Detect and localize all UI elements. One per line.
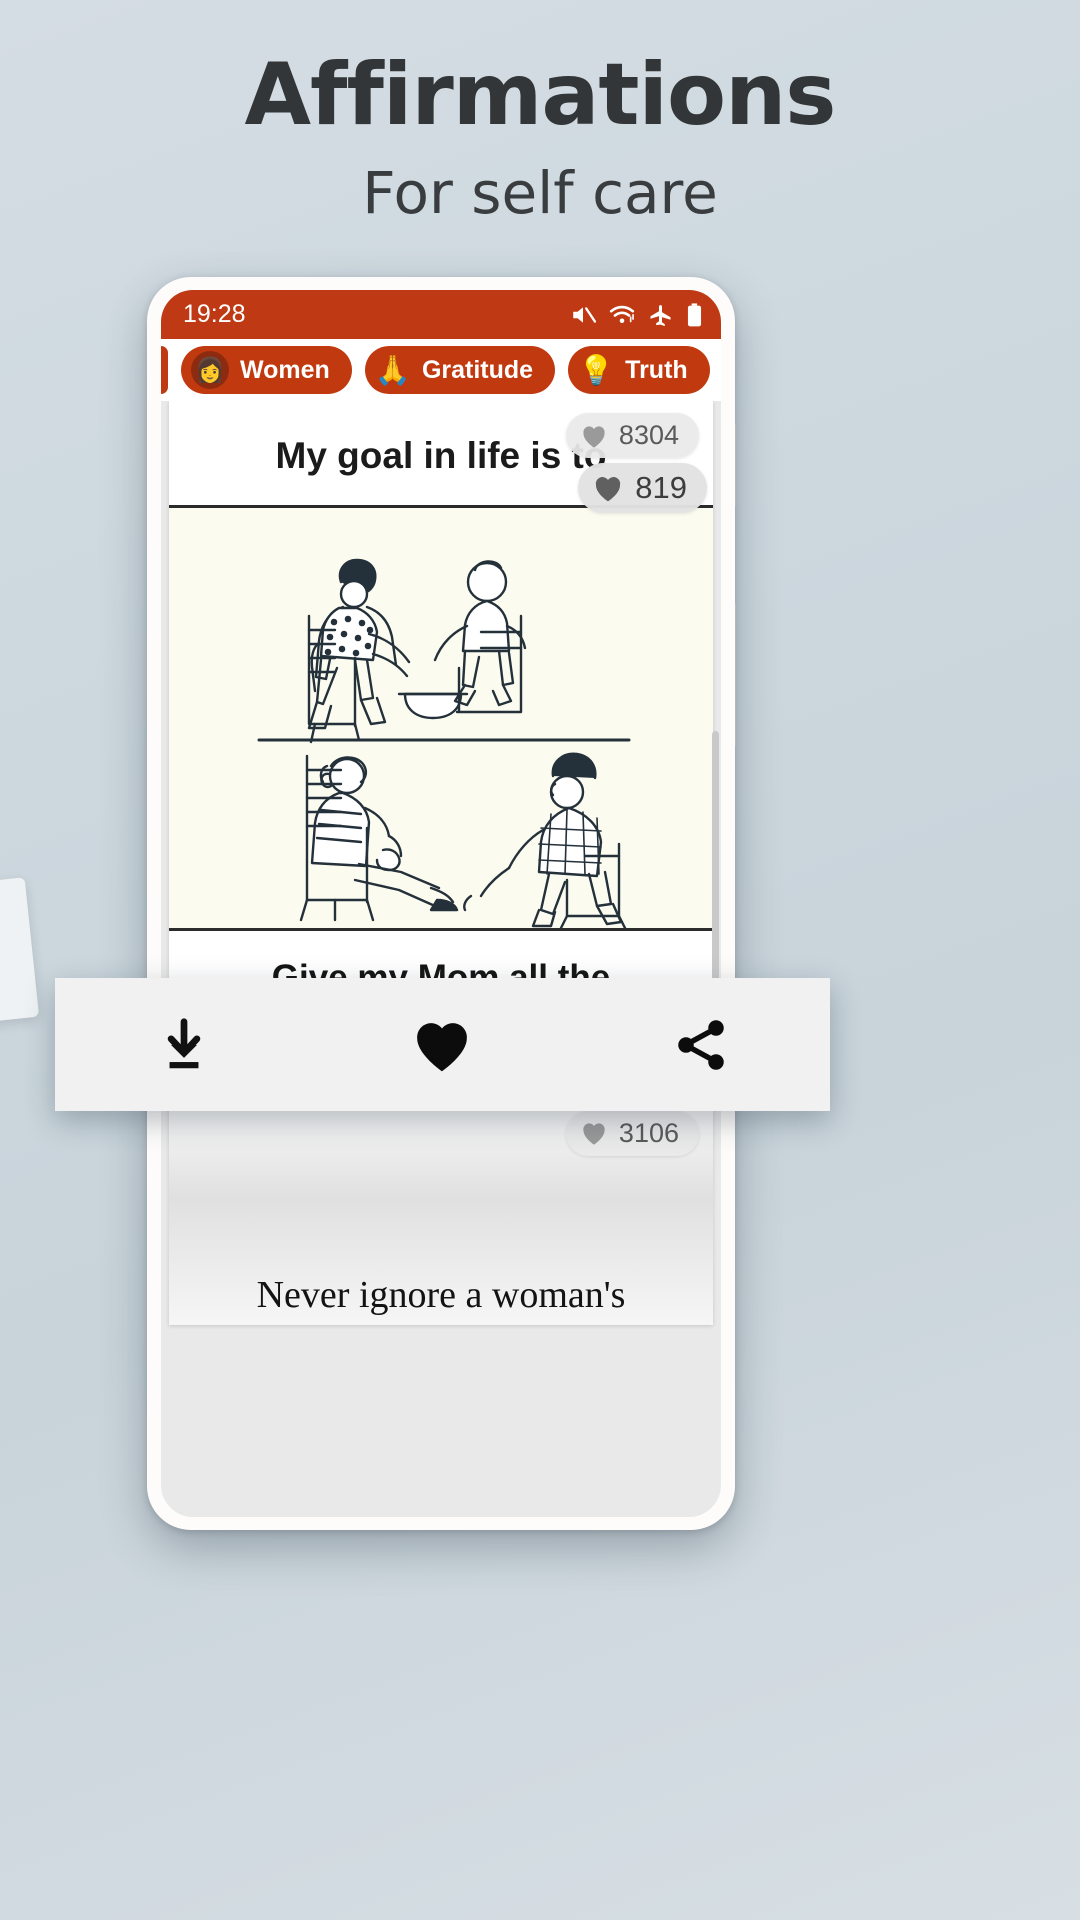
action-toolbar[interactable] xyxy=(55,978,830,1111)
phone-mockup: 19:28 👩 Women 🙏 Gratitude 💡 Truth My goa… xyxy=(147,277,735,1530)
like-count-chip[interactable]: 8304 xyxy=(565,413,699,458)
heart-icon xyxy=(417,1022,468,1071)
quote-illustration xyxy=(169,505,713,931)
status-bar: 19:28 xyxy=(161,290,721,339)
heart-icon xyxy=(596,477,621,502)
tab-gratitude[interactable]: 🙏 Gratitude xyxy=(364,346,556,394)
like-count-value: 3106 xyxy=(618,1117,679,1148)
woman-avatar-icon: 👩 xyxy=(191,351,229,389)
promo-header: Affirmations For self care xyxy=(0,0,1080,222)
page-subtitle: For self care xyxy=(362,159,718,227)
mute-icon xyxy=(570,304,596,326)
tab-women[interactable]: 👩 Women xyxy=(181,346,352,394)
quote-feed[interactable]: My goal in life is to 8304 819 3106 Neve… xyxy=(161,401,721,1517)
like-count-chip[interactable]: 819 xyxy=(578,463,707,513)
heart-icon xyxy=(583,425,605,448)
battery-icon xyxy=(686,302,703,327)
heart-icon xyxy=(583,1123,605,1145)
quote-text: Never ignore a woman's xyxy=(256,1273,626,1316)
praying-hands-icon: 🙏 xyxy=(374,352,411,387)
like-count-value: 8304 xyxy=(618,420,679,450)
share-icon xyxy=(678,1019,724,1070)
tab-label: Women xyxy=(240,355,330,384)
status-bar-icons xyxy=(570,302,703,327)
quote-card[interactable]: 3106 Never ignore a woman's xyxy=(169,1094,713,1325)
share-button[interactable] xyxy=(646,990,756,1100)
tab-truth[interactable]: 💡 Truth xyxy=(568,346,710,394)
tab-label: Gratitude xyxy=(421,355,534,384)
airplane-mode-icon xyxy=(648,304,673,326)
download-button[interactable] xyxy=(129,990,239,1100)
phone-screen: 19:28 👩 Women 🙏 Gratitude 💡 Truth My goa… xyxy=(161,290,721,1517)
like-count-chip[interactable]: 3106 xyxy=(565,1110,699,1156)
like-count-value: 819 xyxy=(635,470,687,505)
background-paper-decoration xyxy=(0,877,40,1023)
like-button[interactable] xyxy=(387,990,497,1100)
tab-peek-previous[interactable] xyxy=(161,346,168,394)
lightbulb-icon: 💡 xyxy=(578,352,615,387)
download-icon xyxy=(167,1017,201,1068)
category-tabs[interactable]: 👩 Women 🙏 Gratitude 💡 Truth 🏆 Accom xyxy=(161,339,721,401)
wifi-icon xyxy=(609,304,635,326)
status-bar-time: 19:28 xyxy=(183,300,246,328)
page-title: Affirmations xyxy=(244,45,836,145)
tab-label: Truth xyxy=(625,355,688,384)
